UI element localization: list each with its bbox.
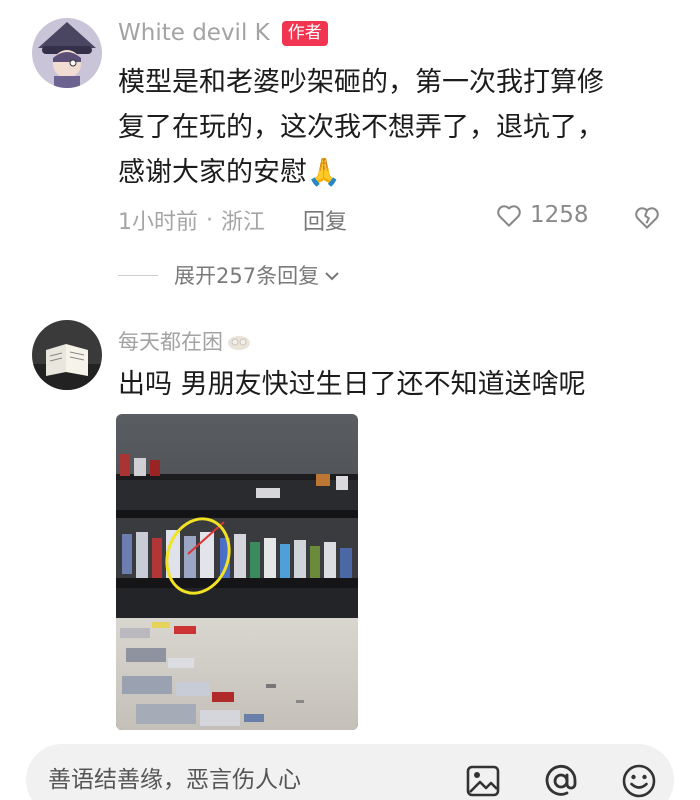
comment-input[interactable] xyxy=(48,764,428,796)
comment-input-bar xyxy=(26,744,674,800)
comment-text-line: 模型是和老婆吵架砸的，第一次我打算修 xyxy=(118,67,604,98)
divider xyxy=(118,274,158,276)
sleepy-emoji-icon xyxy=(227,331,251,351)
location: 浙江 xyxy=(221,210,266,235)
timestamp: 1小时前 xyxy=(118,210,198,235)
avatar[interactable] xyxy=(32,320,102,390)
chevron-down-icon xyxy=(323,266,341,284)
like-button[interactable]: 1258 xyxy=(494,200,589,230)
comment-text-line: 复了在玩的，这次我不想弄了，退坑了， xyxy=(118,112,604,143)
comment-meta: 1小时前 · 浙江 回复 xyxy=(118,204,347,236)
author-name[interactable]: 每天都在困 xyxy=(118,326,223,356)
expand-replies[interactable]: 展开257条回复 xyxy=(118,260,341,290)
author-line: 每天都在困 xyxy=(118,326,251,356)
emoji-icon[interactable] xyxy=(620,762,658,800)
broken-heart-icon[interactable] xyxy=(632,202,662,232)
comment-text: 模型是和老婆吵架砸的，第一次我打算修 复了在玩的，这次我不想弄了，退坑了， 感谢… xyxy=(118,60,604,195)
reply-button[interactable]: 回复 xyxy=(303,204,347,236)
meta-separator: · xyxy=(206,207,213,233)
comment-text-line: 出吗 男朋友快过生日了还不知道送啥呢 xyxy=(118,369,586,400)
comment-text-line: 感谢大家的安慰🙏 xyxy=(118,157,341,188)
heart-icon xyxy=(494,200,524,230)
like-count: 1258 xyxy=(530,202,589,228)
avatar[interactable] xyxy=(32,18,102,88)
author-name[interactable]: White devil K xyxy=(118,20,270,46)
image-icon[interactable] xyxy=(464,762,502,800)
comment-photo[interactable] xyxy=(116,414,358,730)
at-icon[interactable] xyxy=(542,762,580,800)
author-badge: 作者 xyxy=(281,20,328,46)
author-line: White devil K 作者 xyxy=(118,20,328,46)
comment-text: 出吗 男朋友快过生日了还不知道送啥呢 xyxy=(118,362,586,407)
expand-replies-label: 展开257条回复 xyxy=(174,264,320,288)
